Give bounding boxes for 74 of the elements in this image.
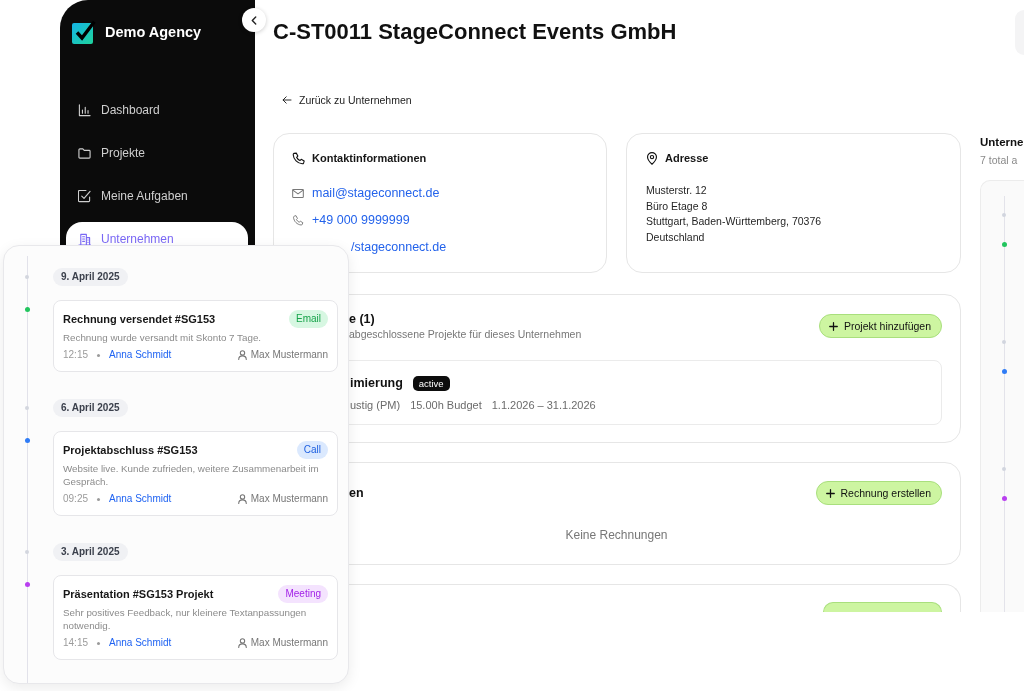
building-icon [78,232,91,246]
phone-icon [292,151,305,165]
type-tag: Call [296,441,328,459]
create-invoice-button[interactable]: Rechnung erstellen [815,481,942,505]
status-tag: active [412,375,450,391]
date-dot-icon [25,550,29,554]
phone-link[interactable]: +49 000 9999999 [312,211,410,229]
arrow-left-icon [282,96,292,104]
project-period: 1.1.2026 – 31.1.2026 [491,398,596,413]
bullet-icon [97,497,101,501]
assignee-name: Max Mustermann [250,492,328,506]
section-title: en [349,485,364,501]
email-link[interactable]: mail@stageconnect.de [312,184,440,202]
brand-name: Demo Agency [105,23,202,41]
activity-description: Sehr positives Feedback, nur kleinere Textanpassungen notwendig. [63,606,308,632]
project-name: imierung [350,375,403,392]
nav-item[interactable]: Meine Aufgaben [66,179,248,203]
bar-chart-icon [78,103,91,117]
activity-description: Rechnung wurde versandt mit Skonto 7 Tage. [63,331,263,344]
address-line: Büro Etage 8 [646,198,708,214]
type-tag: Email [289,310,328,328]
address-line: Stuttgart, Baden-Württemberg, 70376 [646,214,822,229]
plus-icon [825,488,835,498]
logo-icon [72,20,96,44]
add-project-button[interactable]: Projekt hinzufügen [819,314,942,338]
author-link[interactable]: Anna Schmidt [109,492,172,506]
card-title: Kontaktinformationen [312,151,427,165]
activity-description: Website live. Kunde zufrieden, weitere Zusammenarbeit im Gespräch. [63,462,320,488]
page-title: C-ST0011 StageConnect Events GmbH [273,19,677,45]
activity-title: Unterne [980,135,1024,150]
nav-item[interactable]: Projekte [66,136,248,160]
assignee-name: Max Mustermann [250,348,328,362]
activity-time: 09:25 [63,492,89,506]
type-tag: Meeting [278,585,328,603]
activity-subtitle: 7 total a [980,153,1018,167]
activity-title: Rechnung versendet #SG153 [63,312,216,326]
collapse-button[interactable] [242,8,266,32]
date-label: 3. April 2025 [53,543,128,561]
address-line: Musterstr. 12 [646,183,707,198]
empty-message: Keine Rechnungen [565,527,668,543]
bullet-icon [97,353,101,357]
address-line: Deutschland [646,229,705,245]
activity-time: 12:15 [63,348,89,362]
location-pin-icon [646,151,658,165]
card-title: Adresse [665,151,709,165]
assignee-name: Max Mustermann [250,636,328,650]
date-label: 6. April 2025 [53,399,128,417]
checked-square-icon [78,189,91,203]
date-dot-icon [25,275,29,279]
section-subtitle: abgeschlossene Projekte für dieses Unternehmen [349,327,582,341]
mail-icon [292,187,304,199]
project-manager: ustig (PM) [350,398,401,413]
person-icon [237,350,247,360]
person-icon [237,638,247,648]
plus-icon [829,321,838,331]
activity-title: Präsentation #SG153 Projekt [63,587,214,601]
bullet-icon [97,641,101,645]
author-link[interactable]: Anna Schmidt [109,636,172,650]
date-label: 9. April 2025 [53,268,128,286]
chevron-left-icon [251,15,257,25]
action-button[interactable] [823,602,942,612]
phone-icon [292,214,304,226]
person-icon [237,494,247,504]
author-link[interactable]: Anna Schmidt [109,348,172,362]
activity-title: Projektabschluss #SG153 [63,443,198,457]
nav-item[interactable]: Dashboard [66,93,248,117]
website-link[interactable]: /stageconnect.de [351,238,447,256]
nav-item[interactable]: Unternehmen [66,222,248,246]
date-dot-icon [25,406,29,410]
folder-icon [78,146,91,160]
project-budget: 15.00h Budget [410,398,482,413]
section-title: e (1) [349,311,375,327]
activity-time: 14:15 [63,636,89,650]
back-link[interactable]: Zurück zu Unternehmen [282,93,412,107]
